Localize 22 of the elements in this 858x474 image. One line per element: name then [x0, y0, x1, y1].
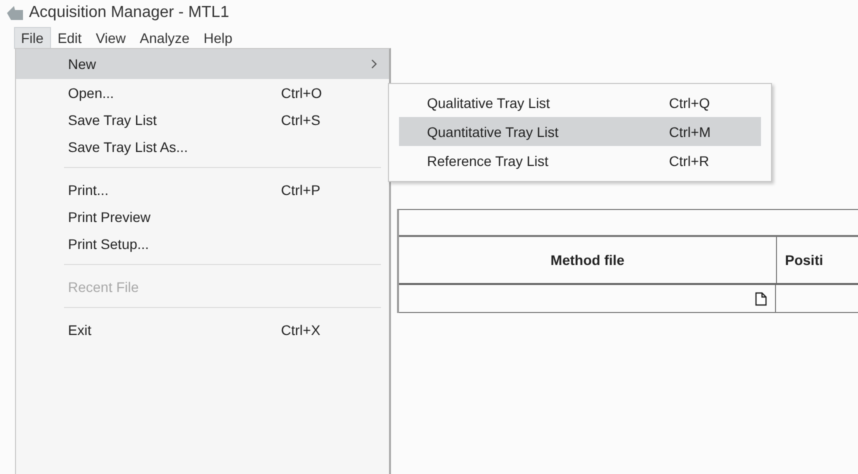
app-icon	[6, 5, 24, 21]
window-title: Acquisition Manager - MTL1	[29, 4, 230, 22]
column-header: Positi	[784, 251, 824, 270]
menu-item[interactable]: View	[88, 26, 133, 48]
menu-item[interactable]: Help	[196, 26, 240, 48]
menu-entry[interactable]: Save Tray List Ctrl+S	[16, 106, 389, 133]
menu-item[interactable]: Analyze	[132, 26, 197, 48]
menu-entry[interactable]: Print Preview	[16, 203, 389, 230]
menu-entry[interactable]: Qualitative Tray List Ctrl+Q	[399, 88, 761, 117]
menu-item[interactable]: File	[14, 26, 51, 48]
menu-entry[interactable]: New	[16, 49, 389, 79]
chevron-right-icon	[371, 59, 377, 69]
menu-item[interactable]: Edit	[50, 26, 89, 48]
file-icon[interactable]	[755, 292, 767, 306]
column-header: Method file	[399, 237, 777, 283]
menu-entry[interactable]: Open... Ctrl+O	[16, 79, 389, 106]
menu-entry[interactable]: Reference Tray List Ctrl+R	[399, 146, 761, 175]
menu-entry[interactable]: Exit Ctrl+X	[16, 316, 389, 343]
menu-entry[interactable]: Print... Ctrl+P	[16, 176, 389, 203]
menu-entry[interactable]: Save Tray List As...	[16, 133, 389, 160]
menu-entry[interactable]: Print Setup...	[16, 230, 389, 257]
menu-entry[interactable]: Quantitative Tray List Ctrl+M	[399, 117, 761, 146]
